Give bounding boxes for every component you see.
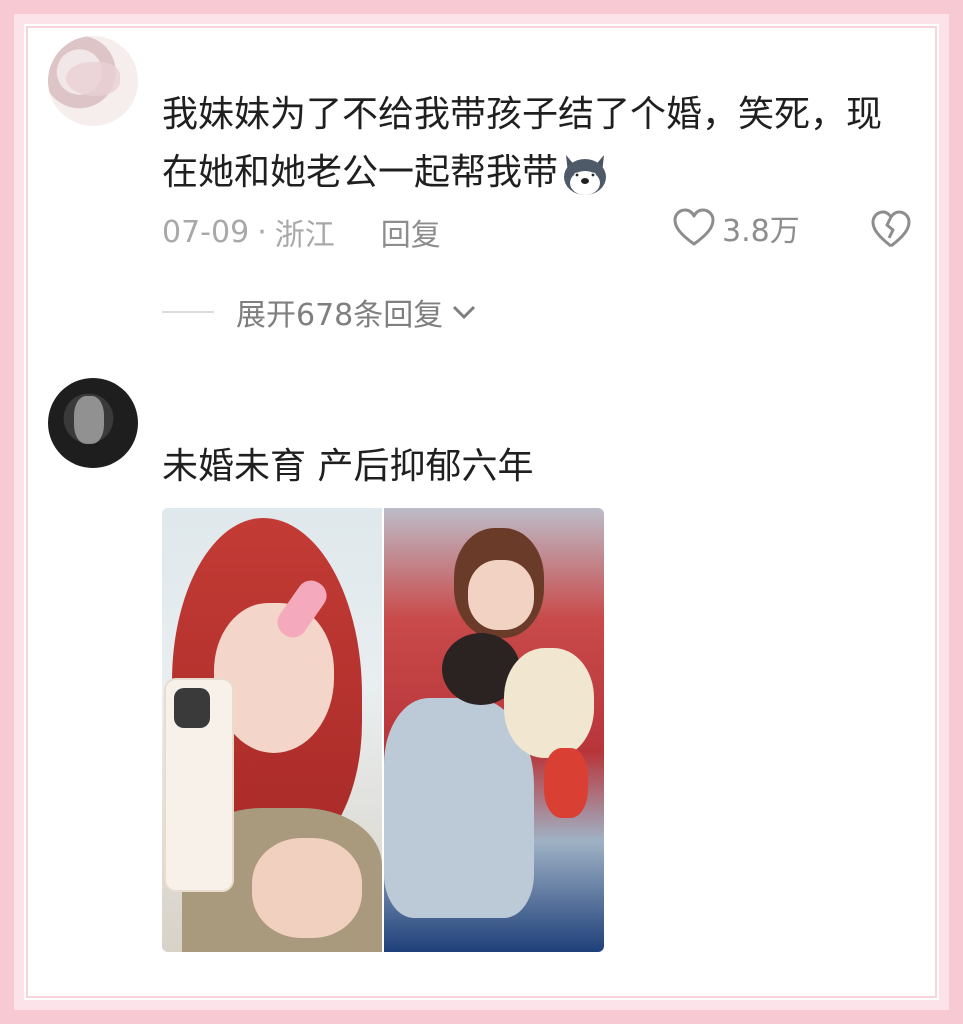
photo-mother-face (468, 560, 534, 630)
user-avatar-2[interactable] (48, 378, 138, 468)
reply-button[interactable]: 回复 (381, 210, 441, 254)
comment-1-body: 我妹妹为了不给我带孩子结了个婚，笑死，现在她和她老公一起帮我带 (162, 94, 883, 193)
user-avatar-1[interactable] (48, 36, 138, 126)
comment-2-photos (162, 508, 604, 952)
heart-icon (673, 208, 715, 246)
chevron-down-icon (453, 305, 476, 320)
expand-replies[interactable]: 展开678条回复 (162, 290, 477, 334)
expand-replies-label: 展开678条回复 (236, 298, 444, 333)
like-button[interactable]: 3.8万 (672, 206, 800, 250)
dislike-broken-heart-icon[interactable] (870, 210, 912, 250)
husky-emoji-icon (564, 155, 607, 195)
photo-hand-shape (252, 838, 362, 938)
expand-divider (162, 311, 214, 313)
meta-separator: · (257, 214, 267, 250)
comment-1-location: 浙江 (274, 218, 335, 253)
cut-off-meta-row (162, 968, 922, 986)
photo-mother-with-children[interactable] (384, 508, 604, 952)
photo-baby-shape (504, 648, 594, 758)
like-count: 3.8万 (722, 214, 800, 249)
comment-2-text: 未婚未育 产后抑郁六年 (162, 446, 534, 487)
photo-phone-shape (164, 678, 234, 892)
comment-1-text: 我妹妹为了不给我带孩子结了个婚，笑死，现在她和她老公一起帮我带 (162, 86, 882, 202)
photo-toy-shape (544, 748, 588, 818)
comment-1-date: 07-09 (162, 214, 250, 250)
comment-1-meta: 07-09 · 浙江 回复 (162, 210, 441, 254)
photo-red-hair-selfie[interactable] (162, 508, 382, 952)
